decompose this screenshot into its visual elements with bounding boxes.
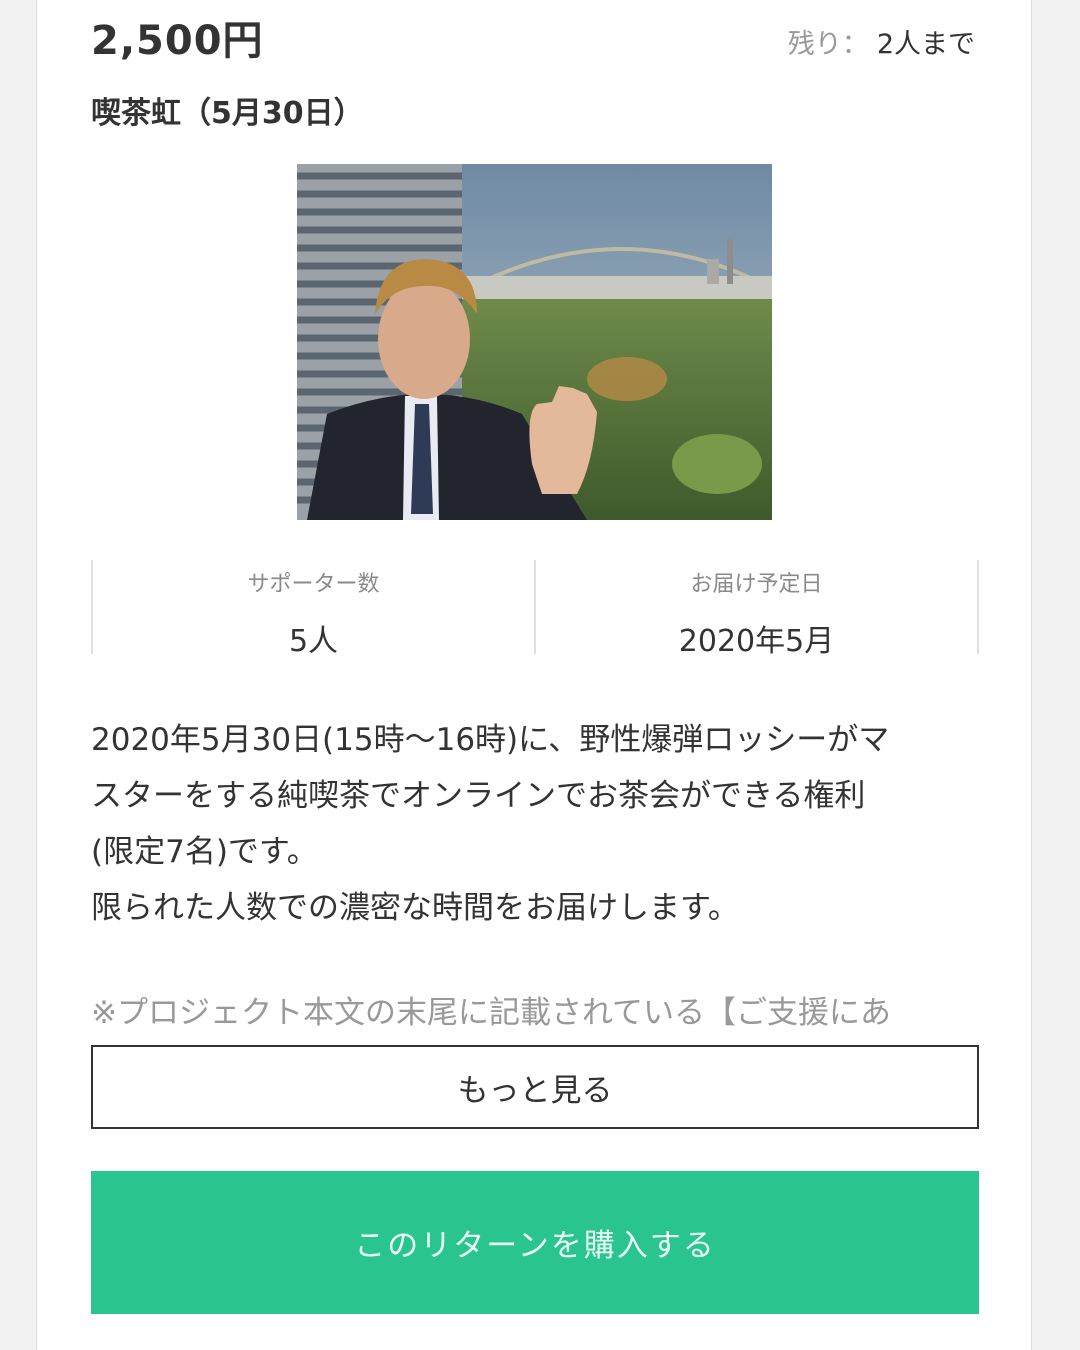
reward-stats: サポーター数 5人 お届け予定日 2020年5月 xyxy=(91,560,979,659)
remaining-label: 残り： xyxy=(787,29,869,60)
delivery-stat: お届け予定日 2020年5月 xyxy=(534,560,977,659)
reward-card: 2,500円 残り： 2人まで 喫茶虹（5月30日） サポーター数 5人 お届け… xyxy=(36,0,1032,1350)
delivery-label: お届け予定日 xyxy=(690,572,823,597)
description-line: (限定7名)です。 xyxy=(91,834,318,870)
description-line: 限られた人数での濃密な時間をお届けします。 xyxy=(91,890,739,926)
description-note: ※プロジェクト本文の末尾に記載されている【ご支援にあ xyxy=(91,995,892,1031)
supporters-value: 5人 xyxy=(288,624,339,659)
reward-photo xyxy=(297,164,772,520)
remaining-value: 2人まで xyxy=(876,29,975,60)
remaining-count: 残り： 2人まで xyxy=(788,22,975,61)
description-line: 2020年5月30日(15時〜16時)に、野性爆弾ロッシーがマ xyxy=(91,722,890,758)
purchase-button[interactable]: このリターンを購入する xyxy=(91,1171,979,1314)
show-more-button[interactable]: もっと見る xyxy=(91,1045,979,1129)
supporters-label: サポーター数 xyxy=(247,572,380,597)
reward-description: 2020年5月30日(15時〜16時)に、野性爆弾ロッシーがマ スターをする純喫… xyxy=(91,712,983,936)
delivery-value: 2020年5月 xyxy=(678,624,835,659)
reward-price: 2,500円 xyxy=(91,18,264,64)
supporters-stat: サポーター数 5人 xyxy=(93,560,534,659)
description-line: スターをする純喫茶でオンラインでお茶会ができる権利 xyxy=(91,778,866,814)
reward-title: 喫茶虹（5月30日） xyxy=(91,96,364,131)
